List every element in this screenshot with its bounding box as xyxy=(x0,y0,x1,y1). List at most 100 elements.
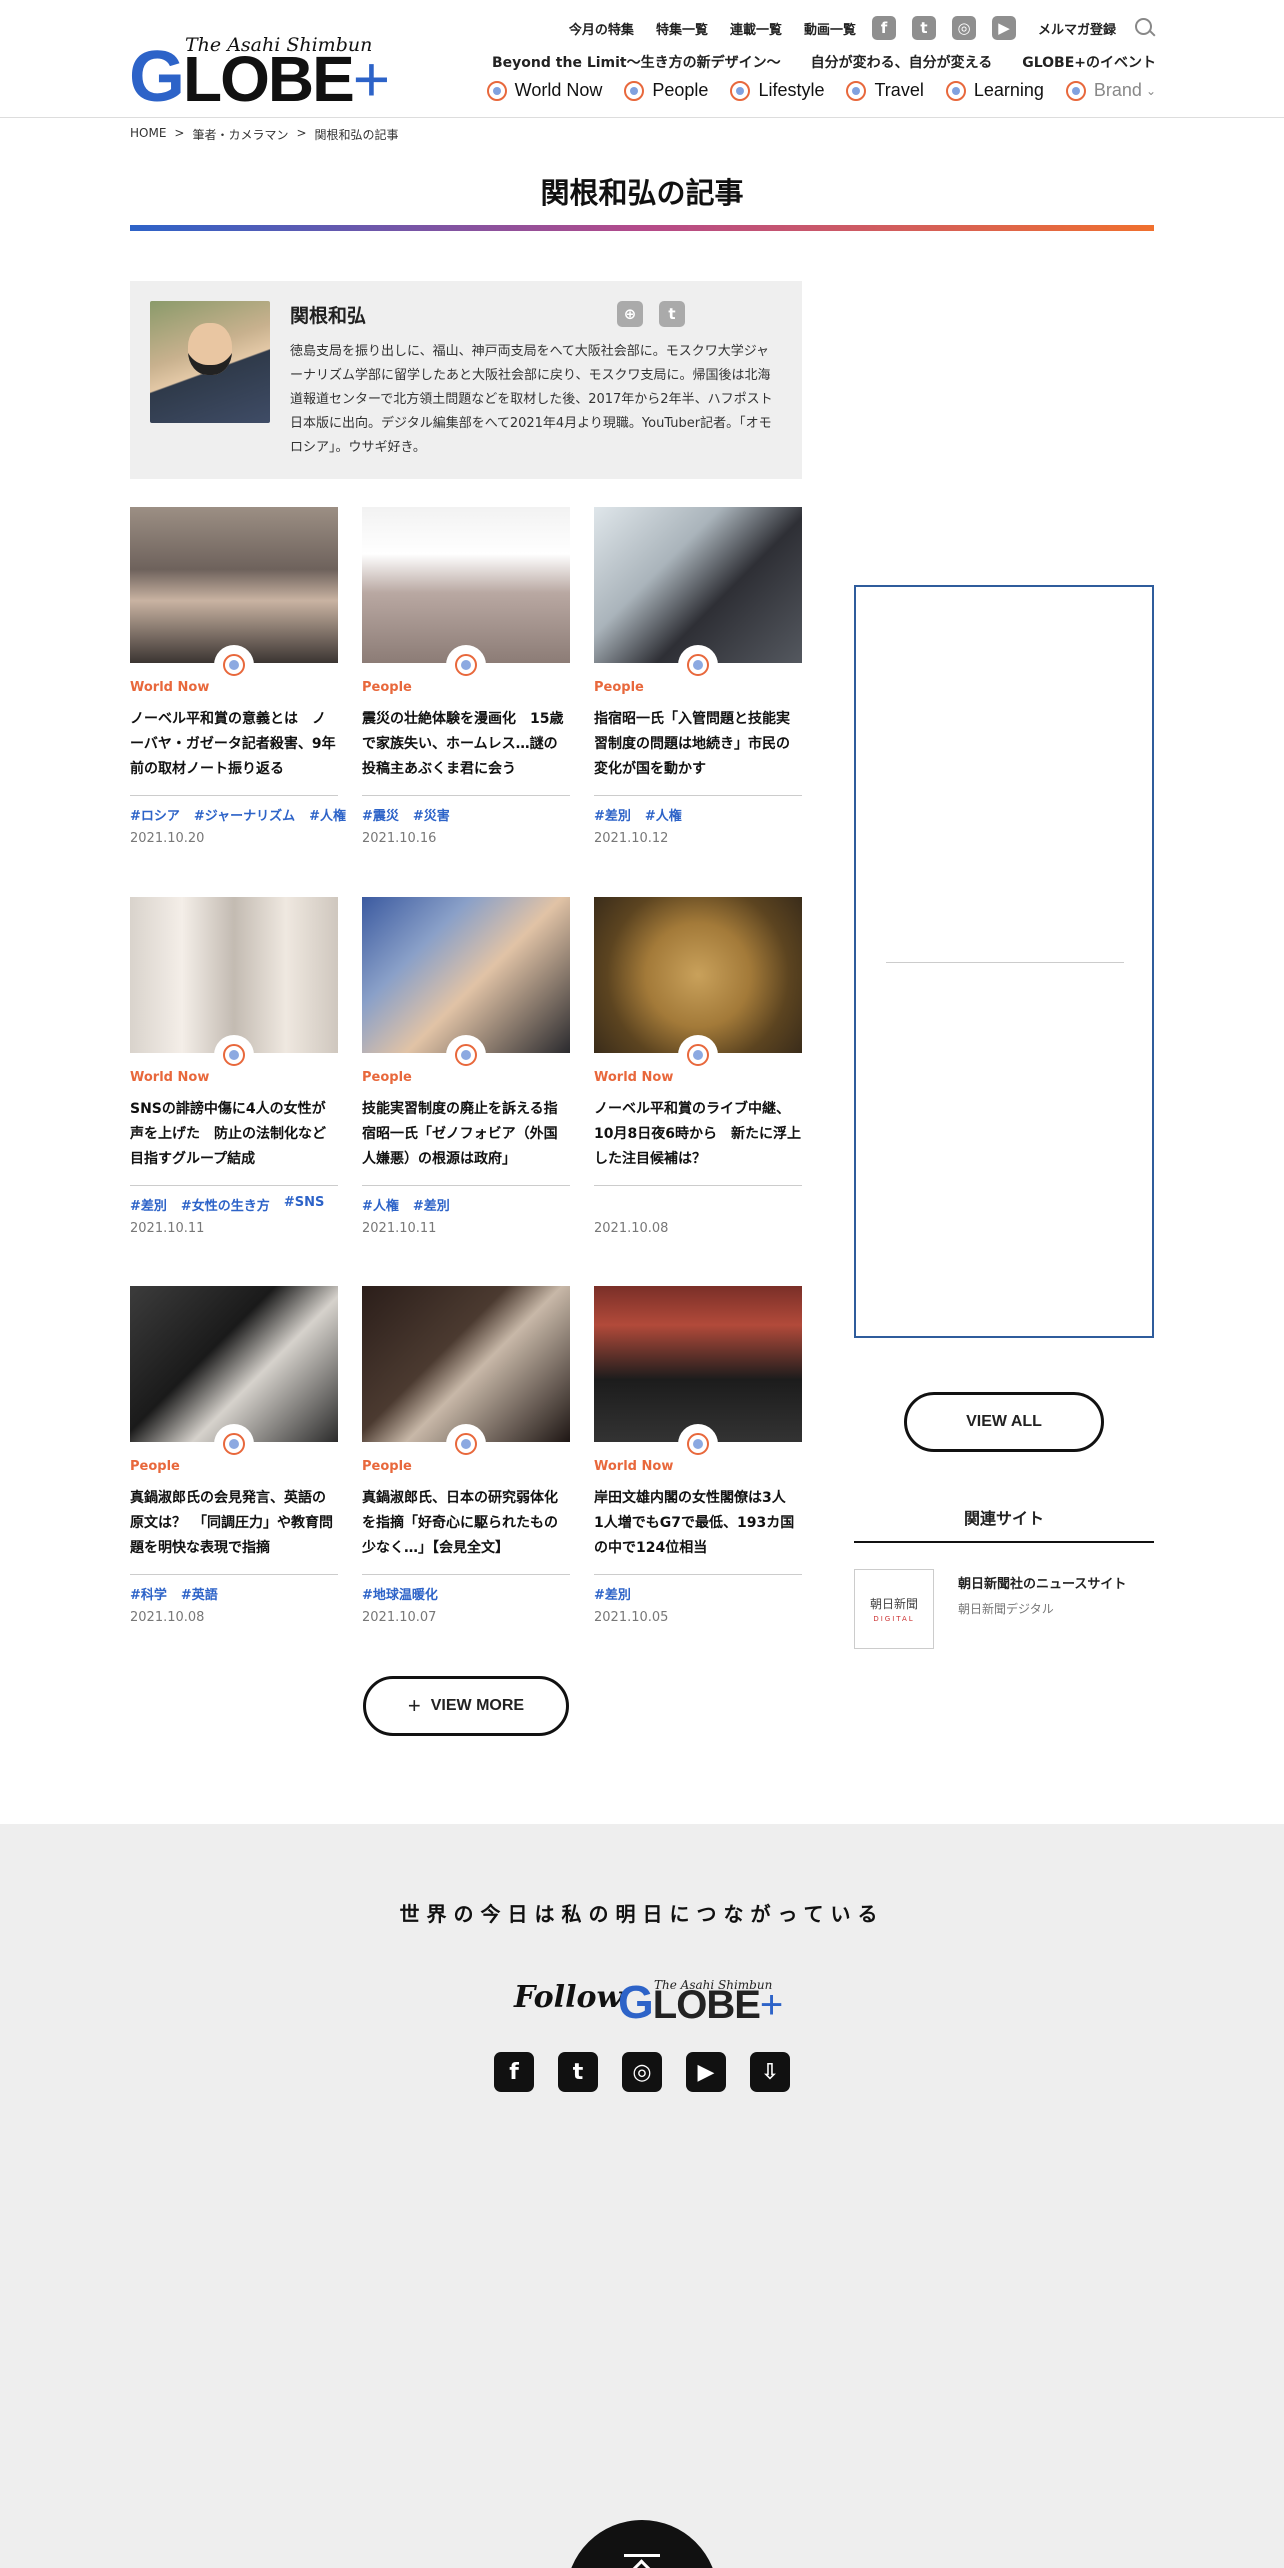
article-title[interactable]: ノーベル平和賞のライブ中継、10月8日夜6時から 新たに浮上した注目候補は？ xyxy=(594,1097,802,1172)
facebook-icon[interactable]: f xyxy=(871,16,896,40)
article-tags: #差別 #人権 xyxy=(594,805,802,824)
category-badge-icon xyxy=(446,1035,486,1075)
travel-icon xyxy=(846,80,867,101)
youtube-icon[interactable]: ▶ xyxy=(991,16,1016,40)
page-title: 関根和弘の記事 xyxy=(540,176,744,210)
nav-people[interactable]: People xyxy=(624,80,708,101)
article-title[interactable]: 震災の壮絶体験を漫画化 15歳で家族失い、ホームレス…謎の投稿主あぶくま君に会う xyxy=(362,707,570,782)
article-thumbnail[interactable] xyxy=(362,1286,570,1464)
nav-learning[interactable]: Learning xyxy=(945,80,1044,101)
article-card[interactable]: People 真鍋淑郎氏の会見発言、英語の原文は？ 「同調圧力」や教育問題を明快な… xyxy=(130,1286,338,1625)
article-thumbnail[interactable] xyxy=(594,507,802,685)
globe-link-icon[interactable]: ⊕ xyxy=(617,301,643,327)
article-category[interactable]: People xyxy=(594,680,644,695)
article-tag[interactable]: #人権 xyxy=(645,805,682,824)
nav-travel[interactable]: Travel xyxy=(846,80,924,101)
toplink-features[interactable]: 特集一覧 xyxy=(656,19,708,38)
article-divider xyxy=(362,795,570,796)
article-thumbnail[interactable] xyxy=(594,897,802,1075)
article-card[interactable]: World Now SNSの誹謗中傷に4人の女性が声を上げた 防止の法制化など目指… xyxy=(130,897,338,1236)
article-tag[interactable]: #差別 xyxy=(130,1195,167,1214)
article-tag[interactable]: #地球温暖化 xyxy=(362,1584,438,1603)
article-category[interactable]: People xyxy=(362,1459,412,1474)
related-site-title[interactable]: 朝日新聞社のニュースサイト xyxy=(958,1573,1126,1592)
toplink-monthly-feature[interactable]: 今月の特集 xyxy=(569,19,634,38)
article-tag[interactable]: #人権 xyxy=(362,1195,399,1214)
twitter-icon[interactable]: t xyxy=(558,2052,598,2092)
article-tag[interactable]: #人権 xyxy=(309,805,346,824)
article-date: 2021.10.08 xyxy=(594,1221,669,1236)
article-tag[interactable]: #差別 xyxy=(594,805,631,824)
article-card[interactable]: People 指宿昭一氏「入管問題と技能実習制度の問題は地続き」市民の変化が国を動… xyxy=(594,507,802,846)
article-title[interactable]: 真鍋淑郎氏の会見発言、英語の原文は？ 「同調圧力」や教育問題を明快な表現で指摘 xyxy=(130,1486,338,1561)
article-tag[interactable]: #女性の生き方 xyxy=(181,1195,270,1214)
article-card[interactable]: People 真鍋淑郎氏、日本の研究弱体化を指摘「好奇心に駆られたもの少なく…」【… xyxy=(362,1286,570,1625)
globe-plus-logo[interactable]: The Asahi Shimbun GLOBE+ xyxy=(129,34,390,114)
feature-link-beyond[interactable]: Beyond the Limit～生き方の新デザイン～ xyxy=(492,52,781,72)
article-thumbnail[interactable] xyxy=(594,1286,802,1464)
newsletter-link[interactable]: メルマガ登録 xyxy=(1038,19,1116,38)
feature-link-events[interactable]: GLOBE+のイベント xyxy=(1022,52,1156,72)
article-category[interactable]: World Now xyxy=(594,1070,673,1085)
article-card[interactable]: World Now ノーベル平和賞の意義とは ノーバヤ・ガゼータ記者殺害、9年前の… xyxy=(130,507,346,846)
nav-world-now[interactable]: World Now xyxy=(486,80,602,101)
twitter-icon[interactable]: t xyxy=(911,16,936,40)
article-tag[interactable]: #災害 xyxy=(413,805,450,824)
article-tag[interactable]: #差別 xyxy=(413,1195,450,1214)
article-tag[interactable]: #差別 xyxy=(594,1584,631,1603)
article-card[interactable]: World Now ノーベル平和賞のライブ中継、10月8日夜6時から 新たに浮上し… xyxy=(594,897,802,1236)
feature-link-change[interactable]: 自分が変わる、自分が変える xyxy=(811,52,993,72)
twitter-icon[interactable]: t xyxy=(659,301,685,327)
article-tag[interactable]: #英語 xyxy=(181,1584,218,1603)
asahi-digital-logo[interactable]: 朝日新聞 DIGITAL xyxy=(854,1569,934,1649)
article-title[interactable]: SNSの誹謗中傷に4人の女性が声を上げた 防止の法制化など目指すグループ結成 xyxy=(130,1097,338,1172)
site-header: The Asahi Shimbun GLOBE+ 今月の特集 特集一覧 連載一覧… xyxy=(0,0,1284,118)
article-tag[interactable]: #ジャーナリズム xyxy=(194,805,295,824)
article-title[interactable]: 指宿昭一氏「入管問題と技能実習制度の問題は地続き」市民の変化が国を動かす xyxy=(594,707,802,782)
nav-lifestyle[interactable]: Lifestyle xyxy=(730,80,824,101)
article-thumbnail[interactable] xyxy=(130,507,338,685)
article-card[interactable]: People 技能実習制度の廃止を訴える指宿昭一氏「ゼノフォビア（外国人嫌悪）の根… xyxy=(362,897,570,1236)
related-divider xyxy=(854,1541,1154,1543)
article-tag[interactable]: #SNS xyxy=(284,1195,325,1214)
article-thumbnail[interactable] xyxy=(130,1286,338,1464)
article-category[interactable]: World Now xyxy=(130,680,209,695)
article-card[interactable]: World Now 岸田文雄内閣の女性閣僚は3人 1人増でもG7で最低、193カ国… xyxy=(594,1286,802,1625)
facebook-icon[interactable]: f xyxy=(494,2052,534,2092)
breadcrumb-current: 関根和弘の記事 xyxy=(314,128,399,142)
nav-brand[interactable]: Brand ⌄ xyxy=(1065,80,1156,101)
search-icon[interactable] xyxy=(1134,17,1156,39)
article-category[interactable]: World Now xyxy=(130,1070,209,1085)
article-title[interactable]: ノーベル平和賞の意義とは ノーバヤ・ガゼータ記者殺害、9年前の取材ノート振り返る xyxy=(130,707,338,782)
article-category[interactable]: People xyxy=(362,680,412,695)
breadcrumb-home[interactable]: HOME xyxy=(130,126,166,143)
toplink-series[interactable]: 連載一覧 xyxy=(730,19,782,38)
brand-icon xyxy=(1065,80,1086,101)
view-all-button[interactable]: VIEW ALL xyxy=(904,1392,1104,1452)
logo-wordmark: GLOBE+ xyxy=(129,37,390,117)
article-category[interactable]: People xyxy=(362,1070,412,1085)
instagram-icon[interactable]: ◎ xyxy=(622,2052,662,2092)
instagram-icon[interactable]: ◎ xyxy=(951,16,976,40)
article-tag[interactable]: #ロシア xyxy=(130,805,180,824)
article-category[interactable]: World Now xyxy=(594,1459,673,1474)
view-more-button[interactable]: + VIEW MORE xyxy=(363,1676,569,1736)
youtube-icon[interactable]: ▶ xyxy=(686,2052,726,2092)
breadcrumb-writers[interactable]: 筆者・カメラマン xyxy=(192,126,288,143)
ad-slot xyxy=(854,585,1154,1338)
article-thumbnail[interactable] xyxy=(362,897,570,1075)
toplink-videos[interactable]: 動画一覧 xyxy=(804,19,856,38)
app-download-icon[interactable]: ⇩ xyxy=(750,2052,790,2092)
site-footer xyxy=(0,1824,1284,2568)
article-title[interactable]: 技能実習制度の廃止を訴える指宿昭一氏「ゼノフォビア（外国人嫌悪）の根源は政府」 xyxy=(362,1097,570,1172)
article-category[interactable]: People xyxy=(130,1459,180,1474)
article-tag[interactable]: #震災 xyxy=(362,805,399,824)
article-tag[interactable]: #科学 xyxy=(130,1584,167,1603)
follow-label: Follow xyxy=(514,1980,623,2015)
category-badge-icon xyxy=(678,645,718,685)
article-title[interactable]: 岸田文雄内閣の女性閣僚は3人 1人増でもG7で最低、193カ国の中で124位相当 xyxy=(594,1486,802,1561)
article-thumbnail[interactable] xyxy=(362,507,570,685)
article-title[interactable]: 真鍋淑郎氏、日本の研究弱体化を指摘「好奇心に駆られたもの少なく…」【会見全文】 xyxy=(362,1486,570,1561)
article-thumbnail[interactable] xyxy=(130,897,338,1075)
article-card[interactable]: People 震災の壮絶体験を漫画化 15歳で家族失い、ホームレス…謎の投稿主あぶ… xyxy=(362,507,570,846)
